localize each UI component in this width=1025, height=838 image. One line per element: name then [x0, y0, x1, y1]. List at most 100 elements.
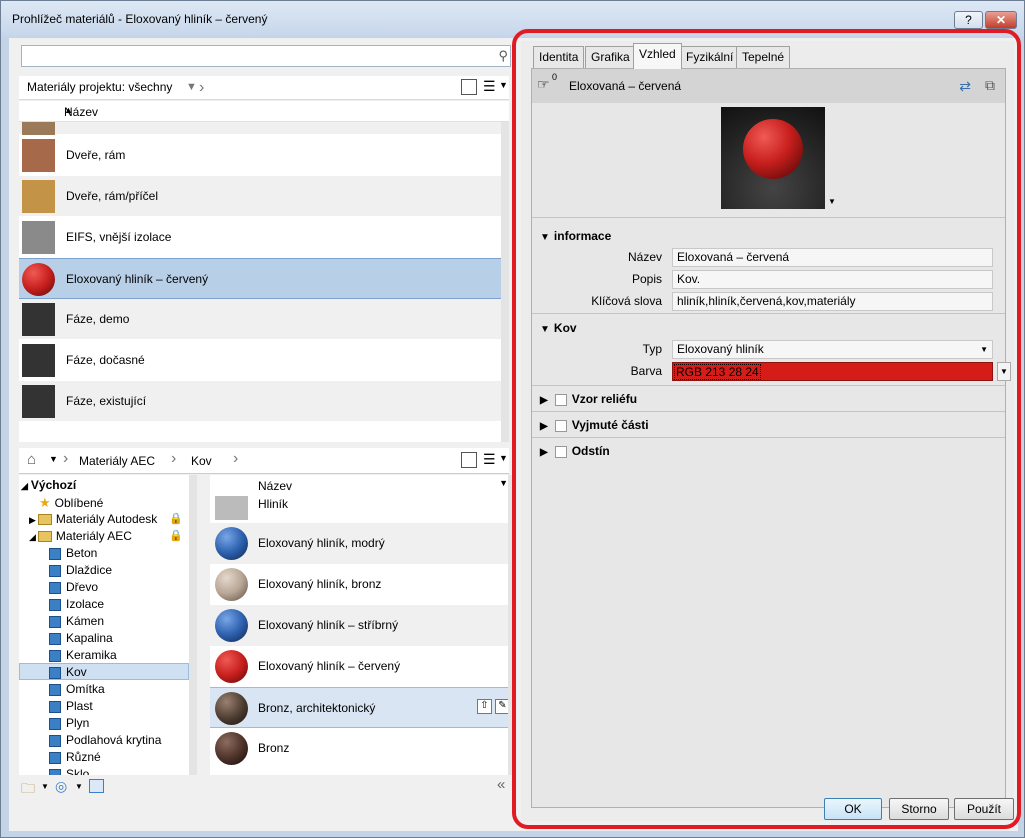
tree-node-category[interactable]: Beton [49, 545, 97, 562]
library-icon [49, 700, 61, 713]
list-item[interactable]: Dveře, rám/příčel [19, 176, 509, 217]
material-swatch [22, 221, 55, 254]
section-cutouts[interactable]: ▶ Vyjmuté části [540, 418, 649, 432]
help-button[interactable]: ? [954, 11, 983, 29]
library-list-scrollbar[interactable] [508, 475, 516, 775]
material-swatch [215, 650, 248, 683]
ok-button[interactable]: OK [824, 798, 882, 820]
tree-node-category[interactable]: Plyn [49, 715, 89, 732]
project-list-scrollbar[interactable] [501, 122, 509, 442]
divider [532, 385, 1005, 386]
chevron-right-icon: › [233, 450, 239, 467]
list-item[interactable]: Hliník [210, 493, 516, 523]
section-information[interactable]: ▼ informace [540, 229, 611, 243]
add-to-document-icon[interactable]: ⇧ [477, 699, 492, 714]
chevron-down-icon[interactable]: ▼ [499, 80, 508, 90]
tab-thermal[interactable]: Tepelné [736, 46, 791, 68]
tree-node-category[interactable]: Plast [49, 698, 93, 715]
close-button[interactable]: ✕ [985, 11, 1017, 29]
material-label: Eloxovaný hliník – červený [66, 272, 209, 286]
project-material-list: Dveře, rám Dveře, rám/příčel EIFS, vnějš… [19, 122, 509, 442]
home-icon[interactable]: ⌂ [27, 451, 36, 468]
list-item[interactable]: Dveře, rám [19, 135, 509, 176]
sort-arrow-icon: ▼ [499, 478, 508, 488]
keywords-field[interactable]: hliník,hliník,červená,kov,materiály [672, 292, 993, 311]
list-item[interactable]: Fáze, dočasné [19, 340, 509, 381]
tree-node-category[interactable]: Omítka [49, 681, 105, 698]
tab-physical[interactable]: Fyzikální [680, 46, 740, 68]
list-item-selected[interactable]: Eloxovaný hliník – červený [19, 258, 509, 299]
list-item[interactable] [19, 122, 509, 135]
description-field[interactable]: Kov. [672, 270, 993, 289]
tree-node-category[interactable]: Kapalina [49, 630, 113, 647]
chevron-down-icon[interactable]: ▼ [49, 454, 58, 464]
chevron-down-icon[interactable]: ▼ [75, 782, 83, 791]
tree-node-autodesk[interactable]: ▶ Materiály Autodesk 🔒 [29, 511, 189, 528]
tree-node-favorites[interactable]: ★ Oblíbené [39, 494, 103, 511]
library-folder-icon[interactable]: 🗀 [21, 778, 35, 802]
search-icon[interactable]: ⚲ [498, 48, 508, 64]
tree-node-aec[interactable]: ◢ Materiály AEC 🔒 [29, 528, 189, 545]
divider [532, 217, 1005, 218]
color-dropdown-button[interactable]: ▼ [997, 362, 1011, 381]
tree-node-category[interactable]: Izolace [49, 596, 104, 613]
tree-node-category[interactable]: Podlahová krytina [49, 732, 161, 749]
chevron-down-icon[interactable]: ▼ [41, 782, 49, 791]
name-field[interactable]: Eloxovaná – červená [672, 248, 993, 267]
view-options: ☰ ▼ [449, 79, 509, 97]
tree-node-category[interactable]: Dřevo [49, 579, 98, 596]
material-preview[interactable] [721, 107, 825, 209]
tree-scrollbar[interactable] [189, 475, 197, 775]
color-swatch-field[interactable]: RGB 213 28 24 [672, 362, 993, 381]
list-item[interactable]: Eloxovaný hliník, bronz [210, 564, 516, 605]
type-select[interactable]: Eloxovaný hliník ▼ [672, 340, 993, 359]
section-relief[interactable]: ▶ Vzor reliéfu [540, 392, 637, 406]
tree-node-category[interactable]: Sklo [49, 766, 89, 775]
apply-button[interactable]: Použít [954, 798, 1014, 820]
list-item[interactable]: Eloxovaný hliník, modrý [210, 523, 516, 564]
project-filter[interactable]: Materiály projektu: všechny [19, 76, 172, 99]
tree-node-category[interactable]: Keramika [49, 647, 117, 664]
list-item[interactable]: Eloxovaný hliník – červený [210, 646, 516, 687]
project-list-header[interactable]: Název ▲ [19, 101, 509, 122]
duplicate-asset-icon[interactable]: ⧉ [985, 77, 995, 94]
panel-toggle-icon[interactable] [461, 79, 477, 95]
list-item-hover[interactable]: Bronz, architektonický ⇧ ✎ [210, 687, 516, 728]
list-item[interactable]: Bronz [210, 728, 516, 769]
section-metal[interactable]: ▼ Kov [540, 321, 577, 335]
create-material-icon[interactable]: ◎ [55, 778, 67, 795]
list-item[interactable]: Eloxovaný hliník – stříbrný [210, 605, 516, 646]
star-icon: ★ [39, 495, 51, 510]
tree-node-category-selected[interactable]: Kov [19, 663, 189, 680]
chevron-right-icon: › [171, 450, 177, 467]
library-list-header[interactable]: Název ▼ [210, 475, 516, 493]
list-item[interactable]: Fáze, existující [19, 381, 509, 422]
chevron-down-icon[interactable]: ▼ [828, 197, 836, 206]
crumb-metal[interactable]: Kov [191, 454, 212, 468]
tree-node-root[interactable]: ◢ Výchozí [21, 477, 76, 494]
tab-appearance[interactable]: Vzhled [633, 43, 682, 69]
tab-identity[interactable]: Identita [533, 46, 585, 68]
material-label: Dveře, rám [66, 148, 126, 162]
collapse-left-icon[interactable]: « [497, 776, 505, 793]
list-view-icon[interactable]: ☰ [483, 79, 499, 95]
cancel-button[interactable]: Storno [889, 798, 949, 820]
list-item[interactable]: EIFS, vnější izolace [19, 217, 509, 258]
chevron-down-icon[interactable]: ▼ [186, 76, 197, 99]
panel-toggle-icon[interactable] [461, 452, 477, 468]
divider [532, 313, 1005, 314]
list-view-icon[interactable]: ☰ [483, 452, 499, 468]
tab-graphics[interactable]: Grafika [585, 46, 636, 68]
library-icon [49, 734, 61, 747]
tree-node-category[interactable]: Kámen [49, 613, 104, 630]
show-editor-icon[interactable] [89, 779, 104, 793]
search-input[interactable]: ⚲ [21, 45, 511, 67]
lock-icon: 🔒 [169, 513, 183, 525]
replace-asset-icon[interactable]: ⇄ [959, 78, 971, 95]
section-tint[interactable]: ▶ Odstín [540, 444, 610, 458]
list-item[interactable]: Fáze, demo [19, 299, 509, 340]
chevron-down-icon[interactable]: ▼ [499, 453, 508, 463]
crumb-aec[interactable]: Materiály AEC [79, 454, 155, 468]
tree-node-category[interactable]: Dlaždice [49, 562, 112, 579]
tree-node-category[interactable]: Různé [49, 749, 101, 766]
